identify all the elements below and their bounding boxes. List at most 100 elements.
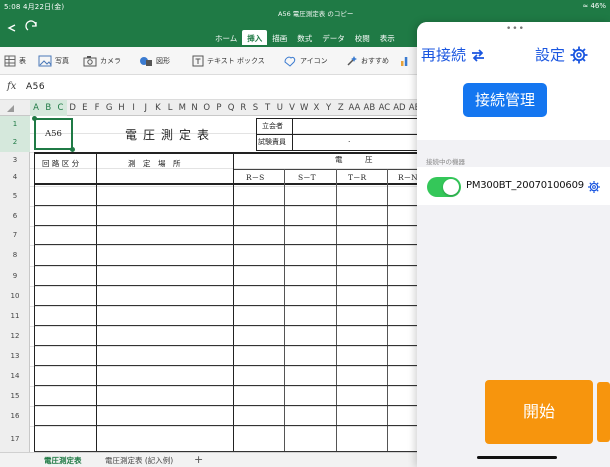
icons-button[interactable]: アイコン xyxy=(283,53,328,69)
sheet-tab-voltage-example[interactable]: 電圧測定表 (記入例) xyxy=(105,455,173,466)
photo-label: 写真 xyxy=(55,57,69,65)
table-row-line xyxy=(34,205,444,206)
column-header-w[interactable]: W xyxy=(298,100,310,116)
device-gear-icon[interactable] xyxy=(587,179,601,198)
box-line xyxy=(256,134,438,135)
table-icon xyxy=(4,55,16,67)
row-header-13[interactable]: 13 xyxy=(0,346,30,366)
column-header-j[interactable]: J xyxy=(140,100,152,116)
column-header-t[interactable]: T xyxy=(262,100,274,116)
column-header-b[interactable]: B xyxy=(42,100,55,116)
column-header-ab[interactable]: AB xyxy=(362,100,377,116)
row-header-4[interactable]: 4 xyxy=(0,168,30,186)
tab-formulas[interactable]: 数式 xyxy=(292,30,317,45)
redo-icon[interactable] xyxy=(24,20,40,36)
column-header-f[interactable]: F xyxy=(91,100,103,116)
connection-management-button[interactable]: 接続管理 xyxy=(463,83,547,117)
table-button[interactable]: 表 xyxy=(4,53,26,69)
photo-button[interactable]: 写真 xyxy=(38,53,69,69)
column-header-m[interactable]: M xyxy=(176,100,188,116)
table-label: 表 xyxy=(19,57,26,65)
icons-icon xyxy=(284,56,296,67)
column-header-ad[interactable]: AD xyxy=(392,100,407,116)
shapes-button[interactable]: 図形 xyxy=(139,53,170,69)
row-header-10[interactable]: 10 xyxy=(0,286,30,306)
formula-input[interactable]: A56 xyxy=(26,82,45,92)
column-header-v[interactable]: V xyxy=(286,100,298,116)
chart-button[interactable] xyxy=(400,53,412,69)
row-header-5[interactable]: 5 xyxy=(0,186,30,206)
column-header-x[interactable]: X xyxy=(310,100,322,116)
row-header-1[interactable]: 1 xyxy=(0,116,30,133)
undo-icon[interactable] xyxy=(4,20,20,36)
table-row-line xyxy=(34,385,444,386)
column-header-r[interactable]: R xyxy=(237,100,249,116)
column-header-aa[interactable]: AA xyxy=(347,100,362,116)
row-header-2[interactable]: 2 xyxy=(0,133,30,152)
column-header-e[interactable]: E xyxy=(79,100,91,116)
row-header-9[interactable]: 9 xyxy=(0,266,30,286)
home-indicator[interactable] xyxy=(477,456,557,459)
column-header-a[interactable]: A xyxy=(30,100,43,116)
row-header-12[interactable]: 12 xyxy=(0,326,30,346)
toggle-knob xyxy=(443,179,459,195)
column-header-d[interactable]: D xyxy=(67,100,79,116)
camera-button[interactable]: カメラ xyxy=(83,53,121,69)
col-st: S－T xyxy=(298,173,316,182)
table-border xyxy=(284,169,285,452)
col-rn: R－N xyxy=(398,173,418,182)
row-header-3[interactable]: 3 xyxy=(0,152,30,168)
column-header-h[interactable]: H xyxy=(115,100,127,116)
document-title[interactable]: A56 電圧測定表 のコピー xyxy=(278,8,353,18)
col-voltage-group: 電 圧 xyxy=(335,155,373,164)
tab-home[interactable]: ホーム xyxy=(210,30,242,45)
column-header-o[interactable]: O xyxy=(201,100,213,116)
column-header-i[interactable]: I xyxy=(128,100,140,116)
tab-view[interactable]: 表示 xyxy=(375,30,400,45)
fx-icon[interactable]: fx xyxy=(7,81,16,92)
column-header-u[interactable]: U xyxy=(274,100,286,116)
panel-grip[interactable]: ••• xyxy=(506,24,525,34)
reconnect-button[interactable]: 再接続 xyxy=(421,44,486,65)
column-header-y[interactable]: Y xyxy=(323,100,335,116)
settings-button[interactable]: 設定 xyxy=(535,44,589,65)
row-header-17[interactable]: 17 xyxy=(0,426,30,452)
select-all-corner[interactable] xyxy=(0,100,30,116)
column-header-p[interactable]: P xyxy=(213,100,225,116)
start-button[interactable]: 開始 xyxy=(485,380,593,444)
column-header-g[interactable]: G xyxy=(103,100,115,116)
tester-label: 試験責員 xyxy=(258,138,286,146)
add-sheet-button[interactable]: + xyxy=(194,453,203,466)
row-header-6[interactable]: 6 xyxy=(0,206,30,226)
row-header-15[interactable]: 15 xyxy=(0,386,30,406)
column-header-z[interactable]: Z xyxy=(335,100,347,116)
recommend-button[interactable]: おすすめ xyxy=(346,53,389,69)
row-header-7[interactable]: 7 xyxy=(0,226,30,245)
tab-insert[interactable]: 挿入 xyxy=(242,30,268,45)
adjacent-button-edge[interactable] xyxy=(597,382,610,442)
column-header-s[interactable]: S xyxy=(249,100,261,116)
device-toggle[interactable] xyxy=(427,177,461,197)
reconnect-label: 再接続 xyxy=(421,46,467,64)
device-row[interactable]: PM300BT_20070100609 xyxy=(417,167,610,205)
selection-handle[interactable] xyxy=(32,116,37,121)
textbox-button[interactable]: テキスト ボックス xyxy=(192,53,265,69)
row-header-14[interactable]: 14 xyxy=(0,366,30,386)
table-row-line xyxy=(34,225,444,226)
tab-review[interactable]: 校閲 xyxy=(350,30,375,45)
column-header-ac[interactable]: AC xyxy=(377,100,392,116)
column-header-l[interactable]: L xyxy=(164,100,176,116)
status-time: 5:08 4月22日(金) xyxy=(4,3,65,11)
column-header-q[interactable]: Q xyxy=(225,100,237,116)
tab-data[interactable]: データ xyxy=(317,30,350,45)
table-row-line xyxy=(34,325,444,326)
tab-draw[interactable]: 描画 xyxy=(267,30,292,45)
row-header-16[interactable]: 16 xyxy=(0,406,30,426)
table-row-line xyxy=(34,244,444,245)
row-header-11[interactable]: 11 xyxy=(0,306,30,326)
sheet-tab-voltage[interactable]: 電圧測定表 xyxy=(44,455,82,466)
column-header-n[interactable]: N xyxy=(188,100,200,116)
column-header-c[interactable]: C xyxy=(54,100,67,116)
column-header-k[interactable]: K xyxy=(152,100,164,116)
row-header-8[interactable]: 8 xyxy=(0,245,30,266)
